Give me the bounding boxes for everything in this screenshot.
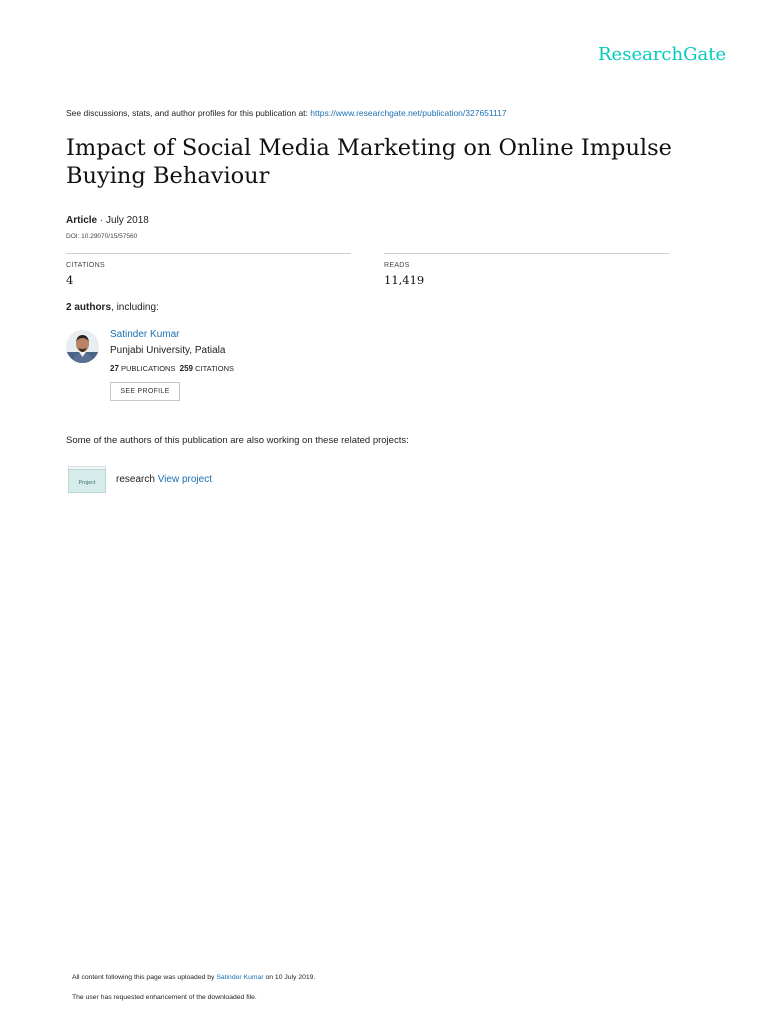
publication-url-link[interactable]: https://www.researchgate.net/publication… — [310, 108, 506, 118]
authors-count-number: 2 authors — [66, 302, 112, 313]
upload-suffix: on 10 July 2019. — [263, 974, 316, 981]
related-projects-heading: Some of the authors of this publication … — [66, 435, 409, 446]
doi-text: DOI: 10.29070/15/57560 — [66, 233, 138, 240]
author-stats: 27 PUBLICATIONS 259 CITATIONS — [110, 364, 234, 373]
author-citations-label: CITATIONS — [195, 364, 234, 373]
upload-note: All content following this page was uplo… — [72, 974, 315, 981]
enhancement-note: The user has requested enhancement of th… — [72, 994, 257, 1001]
author-avatar[interactable] — [66, 330, 99, 363]
reads-value: 11,419 — [384, 273, 425, 287]
citations-label: CITATIONS — [66, 262, 105, 269]
researchgate-logo[interactable]: ResearchGate — [598, 44, 726, 65]
project-name: research — [116, 474, 155, 485]
project-folder-icon[interactable]: Project — [68, 466, 106, 493]
author-publications-label: PUBLICATIONS — [121, 364, 176, 373]
author-publications-count: 27 — [110, 364, 119, 373]
view-project-link[interactable]: View project — [158, 474, 212, 485]
article-date: · July 2018 — [97, 215, 149, 226]
see-profile-button[interactable]: SEE PROFILE — [110, 382, 180, 401]
publication-title: Impact of Social Media Marketing on Onli… — [66, 135, 672, 189]
discussion-text: See discussions, stats, and author profi… — [66, 108, 311, 118]
author-institution: Punjabi University, Patiala — [110, 345, 226, 356]
authors-count-suffix: , including: — [111, 302, 159, 313]
reads-divider — [384, 253, 669, 254]
uploader-link[interactable]: Satinder Kumar — [216, 974, 263, 981]
article-type: Article — [66, 215, 98, 226]
author-name-link[interactable]: Satinder Kumar — [110, 329, 179, 340]
authors-count: 2 authors, including: — [66, 302, 159, 313]
upload-prefix: All content following this page was uplo… — [72, 974, 217, 981]
project-entry: research View project — [116, 474, 212, 485]
author-citations-count: 259 — [179, 364, 193, 373]
citations-divider — [66, 253, 351, 254]
article-meta: Article · July 2018 — [66, 215, 149, 226]
citations-value: 4 — [66, 273, 74, 287]
reads-label: READS — [384, 262, 410, 269]
project-icon-label: Project — [78, 480, 96, 486]
discussion-line: See discussions, stats, and author profi… — [66, 108, 507, 118]
